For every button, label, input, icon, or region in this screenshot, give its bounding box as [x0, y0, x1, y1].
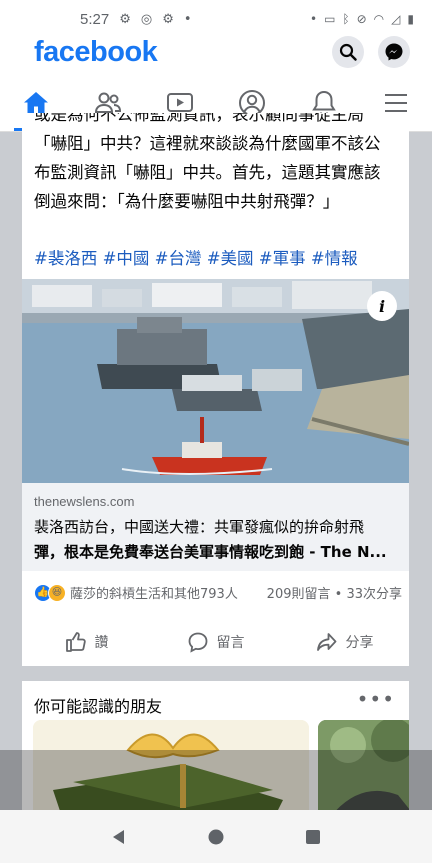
link-title-line: 彈，根本是免費奉送台美軍事情報吃到飽 - The N...	[34, 543, 387, 561]
vibrate-off-icon: ⊘	[356, 12, 367, 26]
post-text-line: 布監測資訊「嚇阻」中共。首先，這題其實應該	[34, 163, 381, 182]
thumbs-up-icon	[65, 632, 86, 652]
status-time: 5:27	[80, 10, 110, 28]
search-button[interactable]	[332, 36, 364, 68]
comment-count[interactable]: 209則留言	[267, 587, 331, 602]
sync-icon: ◎	[140, 11, 153, 27]
app-header: facebook	[0, 30, 432, 74]
android-nav-bar	[0, 810, 432, 863]
link-preview-image[interactable]: i	[22, 279, 409, 483]
post-hashtags[interactable]: #裴洛西 #中國 #台灣 #美國 #軍事 #情報	[34, 245, 358, 269]
post-actions: 讚 留言 分享	[22, 621, 409, 663]
dot-icon: •	[309, 12, 318, 26]
reaction-icons: 👍 😆	[34, 583, 66, 602]
more-options-button[interactable]: •••	[357, 687, 395, 711]
dot-icon: •	[183, 11, 192, 27]
share-icon	[316, 633, 336, 651]
home-circle-icon[interactable]	[207, 828, 225, 846]
battery-icon: ▮	[407, 12, 414, 26]
harbor-photo	[22, 279, 409, 483]
no-signal-icon: ◿	[391, 12, 401, 26]
reactions-summary[interactable]: 👍 😆 薩莎的斜槓生活和其他793人 209則留言 • 33次分享	[34, 583, 402, 602]
facebook-logo[interactable]: facebook	[34, 36, 158, 69]
bottom-overlay	[0, 750, 432, 810]
back-icon[interactable]	[110, 828, 128, 846]
cast-icon: ▭	[324, 12, 336, 26]
status-left-icons: ⚙ ◎ ⚙ •	[119, 12, 191, 27]
link-preview[interactable]: thenewslens.com 裴洛西訪台，中國送大禮：共軍發瘋似的拚命射飛 彈…	[22, 483, 409, 571]
header-actions	[332, 36, 410, 68]
haha-reaction-icon: 😆	[48, 583, 66, 602]
like-button[interactable]: 讚	[22, 621, 151, 663]
separator: •	[334, 587, 343, 602]
share-count[interactable]: 33次分享	[346, 587, 402, 602]
search-icon	[339, 43, 357, 61]
android-debug-icon: ⚙	[119, 11, 131, 27]
link-title-line: 裴洛西訪台，中國送大禮：共軍發瘋似的拚命射飛	[34, 518, 365, 536]
like-label: 讚	[94, 635, 109, 651]
recents-icon[interactable]	[304, 828, 322, 846]
comment-label: 留言	[216, 635, 245, 651]
reaction-count[interactable]: 薩莎的斜槓生活和其他793人	[70, 583, 238, 602]
post-text-line: 「嚇阻」中共？這裡就來談談為什麼國軍不該公	[34, 134, 381, 153]
messenger-icon	[385, 43, 403, 61]
watch-icon	[167, 92, 193, 115]
post-text-line: 或是為何不公佈監測資訊，表示顧問事從主局	[34, 113, 364, 124]
link-title: 裴洛西訪台，中國送大禮：共軍發瘋似的拚命射飛 彈，根本是免費奉送台美軍事情報吃到…	[34, 515, 402, 565]
link-domain: thenewslens.com	[34, 494, 135, 509]
info-button[interactable]: i	[367, 291, 397, 321]
post-text[interactable]: 或是為何不公佈監測資訊，表示顧問事從主局 「嚇阻」中共？這裡就來談談為什麼國軍不…	[34, 113, 404, 216]
pymk-title: 你可能認識的朋友	[34, 697, 163, 716]
home-icon	[24, 91, 48, 114]
friends-icon	[94, 92, 122, 113]
android-icon: ⚙	[162, 11, 174, 27]
post-text-line: 倒過來問：「為什麼要嚇阻中共射飛彈？」	[34, 192, 340, 211]
engagement-stats[interactable]: 209則留言 • 33次分享	[267, 583, 402, 602]
status-right-icons: • ▭ ᛒ ⊘ ◠ ◿ ▮	[310, 12, 414, 26]
messenger-button[interactable]	[378, 36, 410, 68]
wifi-icon: ◠	[373, 12, 385, 26]
share-button[interactable]: 分享	[280, 621, 409, 663]
comment-icon	[188, 632, 207, 653]
share-label: 分享	[345, 635, 374, 651]
menu-icon	[385, 93, 407, 112]
comment-button[interactable]: 留言	[151, 621, 280, 663]
bluetooth-icon: ᛒ	[342, 12, 350, 26]
feed-post: 或是為何不公佈監測資訊，表示顧問事從主局 「嚇阻」中共？這裡就來談談為什麼國軍不…	[22, 113, 409, 666]
